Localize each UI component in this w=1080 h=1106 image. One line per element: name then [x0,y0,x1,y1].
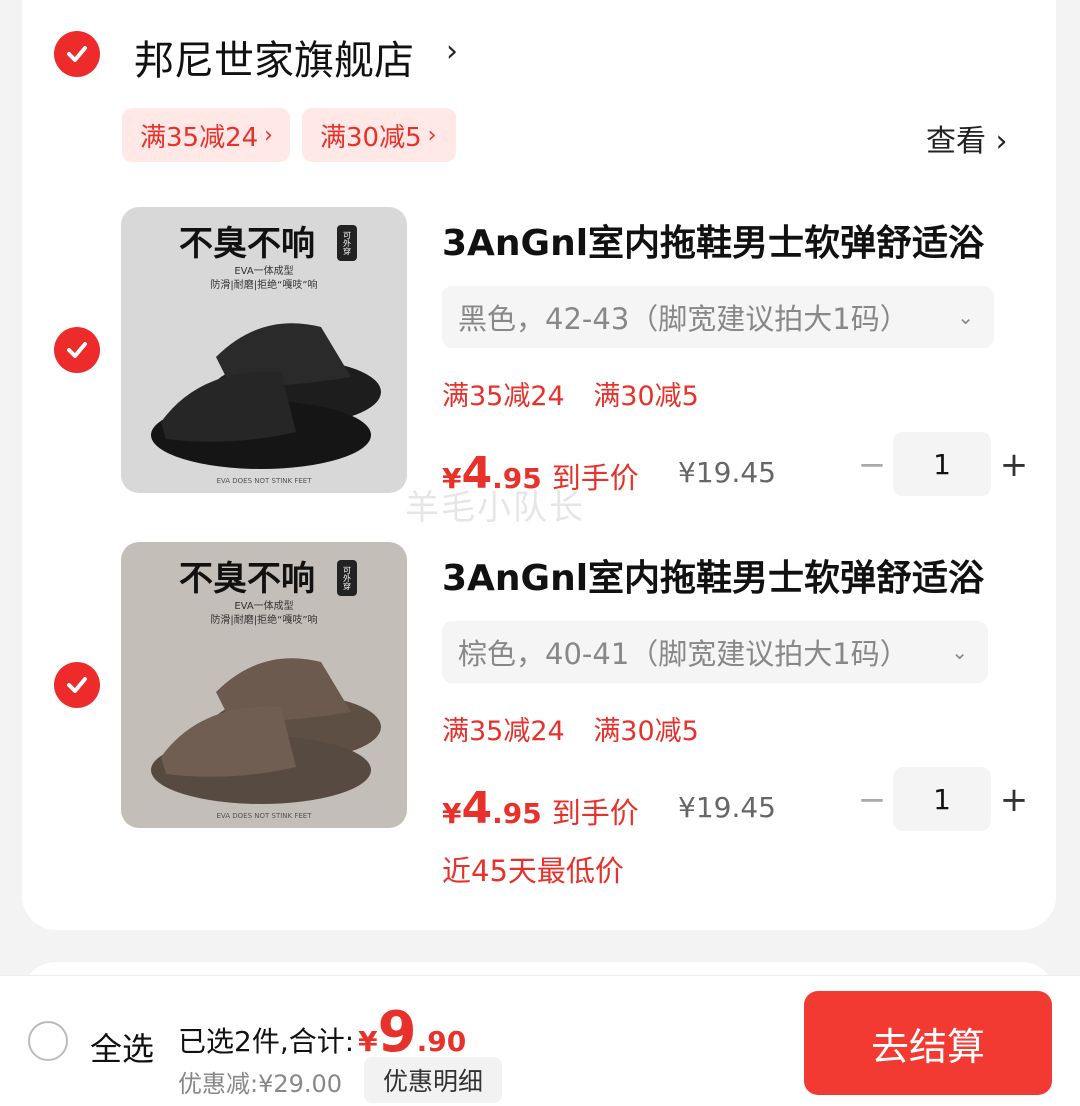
chevron-down-icon: ⌄ [957,305,974,329]
item-promo: 满30减5 [593,381,699,412]
product-title[interactable]: 3AnGnl室内拖鞋男士软弹舒适浴 [442,214,984,266]
sku-label: 黑色，42-43（脚宽建议拍大1码） [458,302,909,336]
product-image[interactable]: 不臭不响 可外穿 EVA一体成型 防滑|耐磨|拒绝“嘎吱”响 EVA DOES … [121,542,407,828]
promo-label: 满30减5 [320,122,422,153]
chevron-right-icon: › [264,122,273,148]
total-integer: 9 [377,1000,417,1065]
item-promo: 满30减5 [593,716,699,747]
checkout-button[interactable]: 去结算 [804,991,1052,1095]
sku-selector[interactable]: 棕色，40-41（脚宽建议拍大1码） ⌄ [442,621,988,683]
item-checkbox[interactable] [54,327,100,373]
discount-amount: 优惠减:¥29.00 [178,1070,343,1098]
shop-checkbox[interactable] [54,31,100,77]
image-footer: EVA DOES NOT STINK FEET [217,812,313,820]
chevron-down-icon: ⌄ [951,640,968,664]
order-summary: 已选2件,合计: ¥ 9 .90 [178,1000,466,1065]
shop-name[interactable]: 邦尼世家旗舰店 [134,28,414,86]
image-sub1: EVA一体成型 [234,599,293,612]
item-promo: 满35减24 [442,381,565,412]
view-promos-link[interactable]: 查看 › [926,116,1008,160]
sku-label: 棕色，40-41（脚宽建议拍大1码） [458,637,909,671]
image-sub2: 防滑|耐磨|拒绝“嘎吱”响 [210,613,317,626]
quantity-decrement-button[interactable]: − [852,780,892,820]
price-currency: ¥ [442,797,462,830]
promo-label: 满35减24 [140,122,259,153]
sku-selector[interactable]: 黑色，42-43（脚宽建议拍大1码） ⌄ [442,286,994,348]
total-currency: ¥ [358,1025,378,1058]
lowest-price-note: 近45天最低价 [442,854,624,888]
image-sub2: 防滑|耐磨|拒绝“嘎吱”响 [210,278,317,291]
product-image[interactable]: 不臭不响 可外穿 EVA一体成型 防滑|耐磨|拒绝“嘎吱”响 EVA DOES … [121,207,407,493]
item-promos: 满35减24 满30减5 [442,709,719,748]
checkmark-icon [67,342,87,358]
watermark: 羊毛小队长 [405,488,585,528]
checkmark-icon [67,677,87,693]
price-decimal: .95 [492,797,542,830]
price-label: 到手价 [551,796,639,830]
slipper-image: 不臭不响 可外穿 EVA一体成型 防滑|耐磨|拒绝“嘎吱”响 EVA DOES … [121,542,407,828]
quantity-input[interactable]: 1 [893,767,991,831]
discount-details-button[interactable]: 优惠明细 [364,1057,502,1103]
slipper-image: 不臭不响 可外穿 EVA一体成型 防滑|耐磨|拒绝“嘎吱”响 EVA DOES … [121,207,407,493]
item-promos: 满35减24 满30减5 [442,374,719,413]
chevron-right-icon: › [427,122,437,148]
checkmark-icon [67,46,87,62]
total-decimal: .90 [416,1025,467,1058]
image-badge: 可外穿 [343,566,352,591]
item-promo: 满35减24 [442,716,565,747]
final-price: ¥ 4 .95 到手价 [442,783,639,834]
original-price: ¥19.45 [678,456,776,489]
shop-promo-tag[interactable]: 满30减5 › [302,108,456,162]
quantity-decrement-button[interactable]: − [852,445,892,485]
item-checkbox[interactable] [54,662,100,708]
select-all-label[interactable]: 全选 [90,1024,154,1070]
quantity-input[interactable]: 1 [893,432,991,496]
product-title[interactable]: 3AnGnl室内拖鞋男士软弹舒适浴 [442,549,984,601]
select-all-checkbox[interactable] [28,1021,68,1061]
image-headline: 不臭不响 [179,559,315,599]
chevron-right-icon[interactable]: › [446,34,458,69]
original-price: ¥19.45 [678,791,776,824]
image-badge: 可外穿 [343,231,352,256]
summary-text: 已选2件,合计: [178,1025,355,1058]
quantity-increment-button[interactable]: + [994,780,1034,820]
image-headline: 不臭不响 [179,224,315,264]
price-integer: 4 [461,783,493,834]
quantity-increment-button[interactable]: + [994,445,1034,485]
image-footer: EVA DOES NOT STINK FEET [217,477,313,485]
shop-promo-tag[interactable]: 满35减24 › [122,108,290,162]
image-sub1: EVA一体成型 [234,264,293,277]
